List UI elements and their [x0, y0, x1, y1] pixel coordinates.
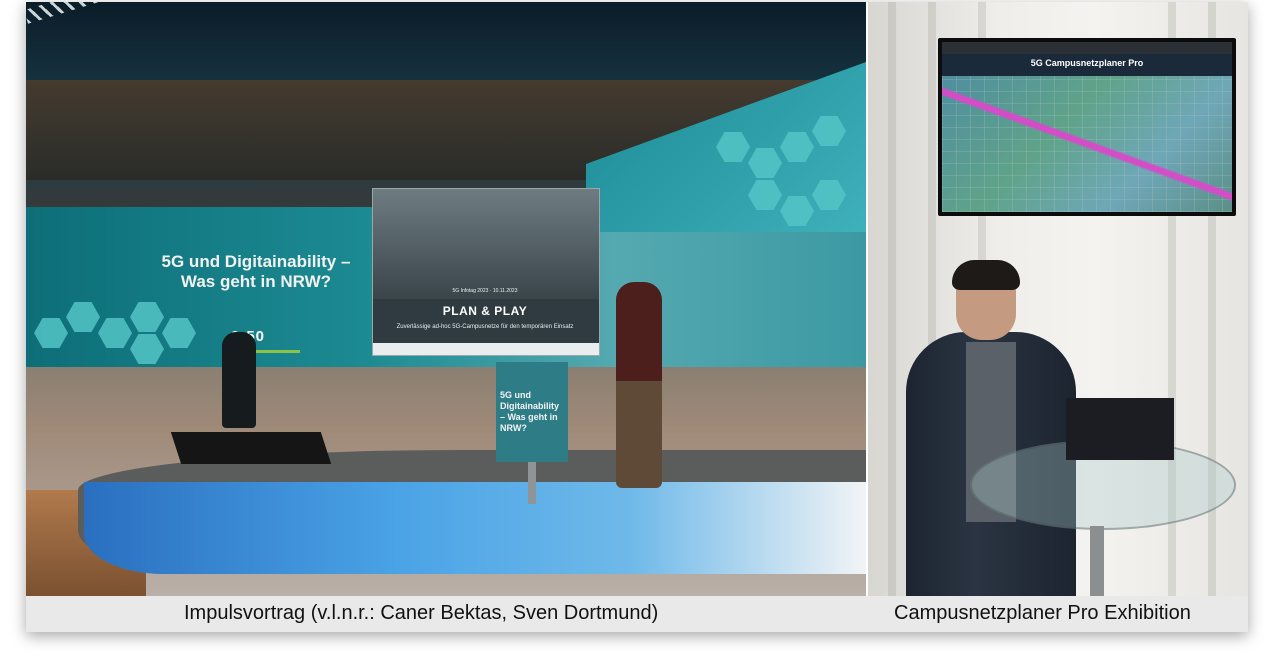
table-stand — [1090, 526, 1104, 596]
podium-pole — [528, 462, 536, 504]
laptop — [1066, 398, 1174, 460]
caption-left: Impulsvortrag (v.l.n.r.: Caner Bektas, S… — [184, 602, 659, 624]
screen-title-line2: Was geht in NRW? — [180, 272, 332, 291]
slide-footer-logos — [373, 343, 599, 355]
app-title: 5G Campusnetzplaner Pro — [1030, 58, 1144, 68]
curtain-fold — [888, 2, 896, 596]
podium-text: 5G und Digitainability – Was geht in NRW… — [500, 390, 560, 433]
slide-title: PLAN & PLAY — [442, 304, 528, 318]
photo-collage: 5G und Digitainability – Was geht in NRW… — [26, 2, 1248, 632]
slide-image — [373, 189, 599, 299]
stage-photo: 5G und Digitainability – Was geht in NRW… — [26, 2, 866, 596]
tv-screen: 5G Campusnetzplaner Pro — [942, 42, 1232, 212]
screen-title: 5G und Digitainability – Was geht in NRW… — [146, 252, 366, 292]
browser-bar — [942, 42, 1232, 54]
stage-front-lighting — [84, 482, 866, 574]
screen-title-line1: 5G und Digitainability – — [161, 252, 351, 271]
stage-monitor — [170, 432, 332, 464]
speaker-left — [222, 332, 256, 428]
campus-map — [942, 76, 1232, 212]
slide-subtitle: Zuverlässige ad-hoc 5G-Campusnetze für d… — [396, 324, 574, 330]
exhibitor-hair — [952, 260, 1020, 290]
speaker-right — [616, 282, 662, 488]
slide-event-text: 5G Infotag 2023 · 10.11.2023 — [452, 288, 518, 294]
exhibition-photo: 5G Campusnetzplaner Pro — [868, 2, 1248, 596]
caption-right: Campusnetzplaner Pro Exhibition — [894, 602, 1191, 624]
presentation-slide — [372, 188, 600, 356]
